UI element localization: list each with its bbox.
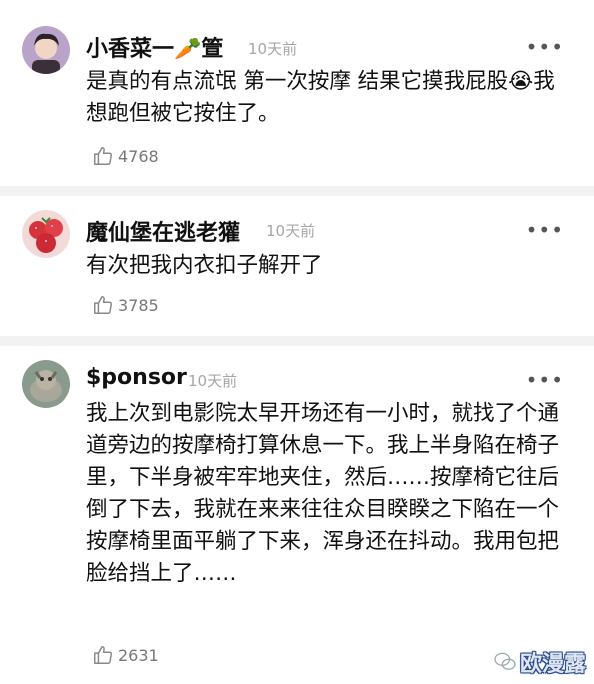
watermark: 欧漫露	[494, 646, 586, 678]
username[interactable]: 魔仙堡在逃老獾	[86, 215, 240, 247]
avatar[interactable]	[22, 26, 70, 74]
divider	[0, 186, 594, 196]
comment-text: 是真的有点流氓 第一次按摩 结果它摸我屁股😭我想跑但被它按住了。	[86, 69, 555, 126]
watermark-text: 欧漫露	[519, 652, 586, 677]
timestamp: 10天前	[248, 40, 298, 58]
username[interactable]: $ponsor	[86, 365, 187, 390]
username[interactable]: 小香菜一🥕箮	[86, 31, 223, 63]
comment-text: 有次把我内衣扣子解开了	[86, 253, 323, 278]
comment-text: 我上次到电影院太早开场还有一小时，就找了个通道旁边的按摩椅打算休息一下。我上半身…	[86, 401, 560, 586]
comment-item: 小香菜一🥕箮 10天前 ••• 是真的有点流氓 第一次按摩 结果它摸我屁股😭我想…	[0, 0, 594, 190]
wechat-icon	[494, 652, 516, 670]
more-options-button[interactable]: •••	[526, 370, 564, 390]
like-count: 4768	[118, 146, 159, 166]
thumbs-up-icon	[94, 147, 112, 165]
like-button[interactable]: 3785	[92, 294, 159, 316]
avatar[interactable]	[22, 360, 70, 408]
comment-item: 魔仙堡在逃老獾 10天前 ••• 有次把我内衣扣子解开了 3785	[0, 196, 594, 336]
like-count: 3785	[118, 295, 159, 315]
like-button[interactable]: 2631	[92, 644, 159, 666]
more-options-button[interactable]: •••	[526, 37, 564, 57]
thumbs-up-icon	[94, 296, 112, 314]
more-options-button[interactable]: •••	[526, 220, 564, 240]
timestamp: 10天前	[266, 222, 316, 240]
like-button[interactable]: 4768	[92, 145, 159, 167]
divider	[0, 336, 594, 346]
timestamp: 10天前	[188, 372, 238, 390]
thumbs-up-icon	[94, 646, 112, 664]
avatar[interactable]	[22, 210, 70, 258]
like-count: 2631	[118, 645, 159, 665]
comment-item: $ponsor 10天前 ••• 我上次到电影院太早开场还有一小时，就找了个通道…	[0, 346, 594, 684]
